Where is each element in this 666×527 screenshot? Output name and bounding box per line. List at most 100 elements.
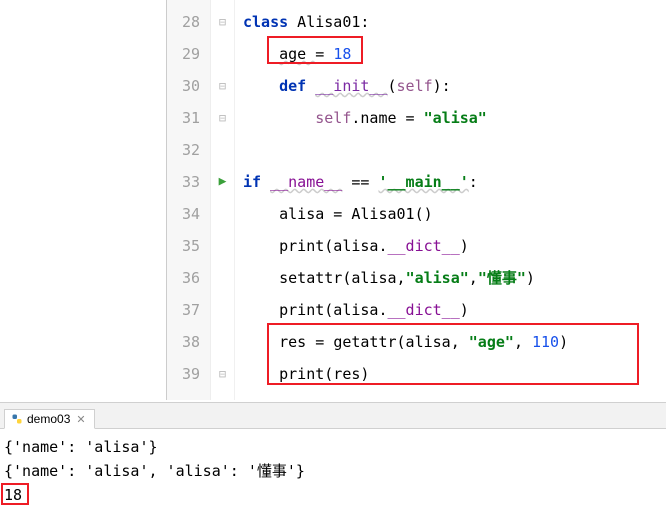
str-literal: "age": [469, 333, 514, 351]
tab-label: demo03: [27, 412, 70, 426]
indent: [243, 109, 315, 127]
line-number: 39: [173, 358, 200, 390]
code-line[interactable]: print(alisa.__dict__): [243, 230, 658, 262]
param-self: self: [397, 77, 433, 95]
str-literal: "alisa": [406, 269, 469, 287]
str-main: '__main__': [378, 173, 468, 191]
class-name: Alisa01:: [288, 13, 369, 31]
comma: ,: [514, 333, 532, 351]
python-file-icon: [11, 413, 23, 425]
builtin-print: print: [279, 237, 324, 255]
code-line[interactable]: class Alisa01:: [243, 6, 658, 38]
fn-init: __init__: [315, 77, 387, 95]
code-line[interactable]: setattr(alisa,"alisa","懂事"): [243, 262, 658, 294]
arg: (alisa,: [342, 269, 405, 287]
line-number: 28: [173, 6, 200, 38]
var-res: res =: [279, 333, 333, 351]
line-number: 36: [173, 262, 200, 294]
keyword-def: def: [279, 77, 315, 95]
keyword-class: class: [243, 13, 288, 31]
sig-close: ):: [433, 77, 451, 95]
fold-gutter: ⊟ ⊟ ⊟ ▶ ⊟: [211, 0, 235, 400]
fold-toggle-icon[interactable]: ⊟: [211, 6, 234, 38]
indent: [243, 77, 279, 95]
sig-open: (: [388, 77, 397, 95]
indent: [243, 269, 279, 287]
blank-line: [243, 141, 252, 159]
arg: (alisa.: [324, 237, 387, 255]
fold-mark-icon: [211, 38, 234, 70]
code-line[interactable]: print(alisa.__dict__): [243, 294, 658, 326]
attr-name: .name =: [351, 109, 423, 127]
console-line: {'name': 'alisa', 'alisa': '懂事'}: [4, 459, 662, 483]
indent: [243, 365, 279, 383]
dunder-name: __name__: [270, 173, 342, 191]
builtin-print: print: [279, 301, 324, 319]
line-number: 30: [173, 70, 200, 102]
console-output[interactable]: {'name': 'alisa'} {'name': 'alisa', 'ali…: [0, 429, 666, 513]
op-eq: ==: [342, 173, 378, 191]
code-content[interactable]: class Alisa01: age = 18 def __init__(sel…: [235, 0, 666, 400]
blank: [211, 134, 234, 166]
line-number: 33: [173, 166, 200, 198]
editor-area: 28 29 30 31 32 33 34 35 36 37 38 39 ⊟ ⊟ …: [166, 0, 666, 400]
code-line[interactable]: def __init__(self):: [243, 70, 658, 102]
num-literal: 18: [333, 45, 351, 63]
indent: [243, 301, 279, 319]
builtin-setattr: setattr: [279, 269, 342, 287]
console-line: 18: [4, 483, 662, 507]
close-icon[interactable]: ✕: [76, 413, 85, 426]
line-number: 29: [173, 38, 200, 70]
indent: [243, 45, 279, 63]
comma: ,: [469, 269, 478, 287]
str-literal: "alisa": [424, 109, 487, 127]
code-line[interactable]: res = getattr(alisa, "age", 110): [243, 326, 658, 358]
str-literal: "懂事": [478, 269, 526, 287]
console-tab[interactable]: demo03 ✕: [4, 409, 95, 429]
indent: [243, 237, 279, 255]
arg: (alisa.: [324, 301, 387, 319]
code-line[interactable]: self.name = "alisa": [243, 102, 658, 134]
arg: ): [526, 269, 535, 287]
var-age: age: [279, 45, 315, 63]
builtin-print: print: [279, 365, 324, 383]
line-number-gutter: 28 29 30 31 32 33 34 35 36 37 38 39: [167, 0, 211, 400]
console-line: {'name': 'alisa'}: [4, 435, 662, 459]
run-icon[interactable]: ▶: [211, 166, 234, 198]
arg: ): [460, 237, 469, 255]
code-line[interactable]: if __name__ == '__main__':: [243, 166, 658, 198]
blank: [211, 326, 234, 358]
code-line[interactable]: [243, 134, 658, 166]
arg: ): [460, 301, 469, 319]
indent: [243, 333, 279, 351]
code-line[interactable]: print(res): [243, 358, 658, 390]
self: self: [315, 109, 351, 127]
arg: (alisa,: [397, 333, 469, 351]
stmt-instantiate: alisa = Alisa01(): [279, 205, 433, 223]
code-line[interactable]: alisa = Alisa01(): [243, 198, 658, 230]
op-assign: =: [315, 45, 333, 63]
dunder-dict: __dict__: [388, 301, 460, 319]
line-number: 32: [173, 134, 200, 166]
blank: [211, 198, 234, 230]
builtin-getattr: getattr: [333, 333, 396, 351]
fold-end-icon: ⊟: [211, 102, 234, 134]
arg: (res): [324, 365, 369, 383]
num-literal: 110: [532, 333, 559, 351]
colon: :: [469, 173, 478, 191]
arg: ): [559, 333, 568, 351]
fold-toggle-icon[interactable]: ⊟: [211, 70, 234, 102]
line-number: 37: [173, 294, 200, 326]
fold-end-icon: ⊟: [211, 358, 234, 390]
line-number: 34: [173, 198, 200, 230]
blank: [211, 294, 234, 326]
blank: [211, 230, 234, 262]
line-number: 38: [173, 326, 200, 358]
indent: [243, 205, 279, 223]
code-line[interactable]: age = 18: [243, 38, 658, 70]
blank: [211, 262, 234, 294]
console-tabbar: demo03 ✕: [0, 403, 666, 429]
dunder-dict: __dict__: [388, 237, 460, 255]
line-number: 35: [173, 230, 200, 262]
line-number: 31: [173, 102, 200, 134]
